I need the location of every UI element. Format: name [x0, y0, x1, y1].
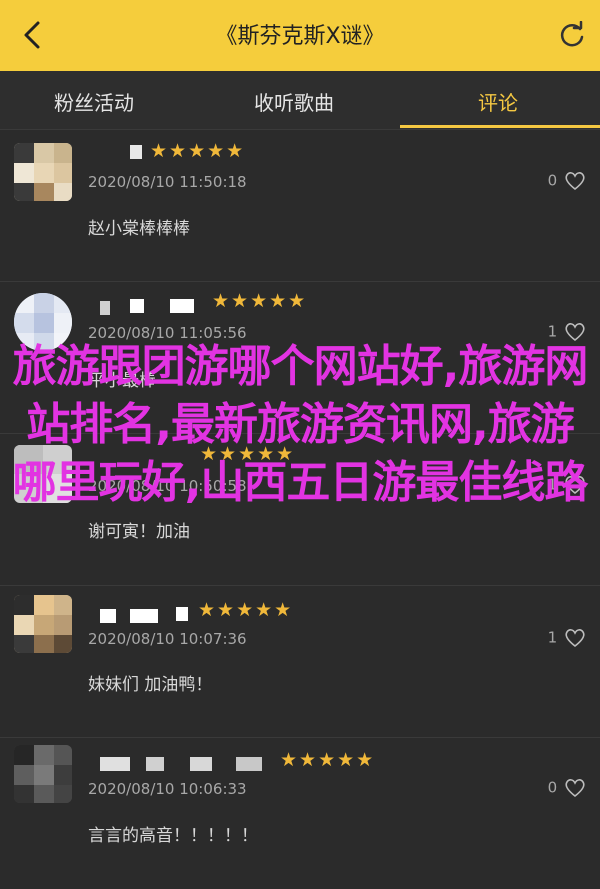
like-button[interactable]: 0	[548, 778, 586, 798]
tab-fan-activities[interactable]: 粉丝活动	[54, 87, 134, 116]
page-title: 《斯芬克斯Ⅹ谜》	[215, 24, 385, 49]
avatar[interactable]	[14, 745, 72, 803]
like-count: 0	[547, 171, 558, 190]
like-count: 0	[547, 778, 558, 797]
active-tab-indicator	[400, 125, 600, 128]
rating-stars: ★★★★★	[280, 749, 376, 771]
overlay-banner-text: 旅游跟团游哪个网站好,旅游网站排名,最新旅游资讯网,旅游哪里玩好,山西五日游最佳…	[12, 341, 589, 508]
rating-stars: ★★★★★	[198, 599, 294, 621]
like-button[interactable]: 0	[548, 171, 586, 191]
avatar[interactable]	[14, 143, 72, 201]
like-button[interactable]: 1	[548, 628, 586, 648]
rating-stars: ★★★★★	[212, 290, 308, 312]
heart-icon	[565, 172, 585, 191]
list-item: ★★★★★ 2020/08/10 10:07:36 1 妹妹们 加油鸭！	[0, 585, 600, 738]
comment-time: 2020/08/10 10:07:36	[88, 630, 247, 648]
rating-stars: ★★★★★	[150, 140, 246, 162]
heart-icon	[565, 629, 585, 648]
username-mosaic	[100, 301, 110, 315]
comment-time: 2020/08/10 10:06:33	[88, 780, 247, 798]
username-mosaic	[130, 145, 142, 159]
header-bar: 《斯芬克斯Ⅹ谜》	[0, 0, 600, 71]
comment-text: 言言的高音！！！！！	[88, 826, 258, 846]
list-item: ★★★★★ 2020/08/10 11:50:18 0 赵小棠棒棒棒	[0, 129, 600, 282]
username-mosaic	[100, 609, 116, 623]
tab-bar: 粉丝活动 收听歌曲 评论	[0, 71, 600, 130]
list-item: ★★★★★ 2020/08/10 10:06:33 0 言言的高音！！！！！	[0, 737, 600, 889]
comment-time: 2020/08/10 11:50:18	[88, 173, 247, 191]
like-count: 1	[547, 628, 558, 647]
tab-listen-songs[interactable]: 收听歌曲	[254, 87, 334, 116]
avatar[interactable]	[14, 595, 72, 653]
username-mosaic	[100, 757, 130, 771]
heart-icon	[565, 779, 585, 798]
comment-text: 赵小棠棒棒棒	[88, 219, 190, 239]
comment-text: 谢可寅！加油	[88, 522, 190, 542]
refresh-icon[interactable]	[558, 21, 586, 49]
comment-text: 妹妹们 加油鸭！	[88, 675, 213, 695]
tab-comments[interactable]: 评论	[478, 87, 518, 116]
